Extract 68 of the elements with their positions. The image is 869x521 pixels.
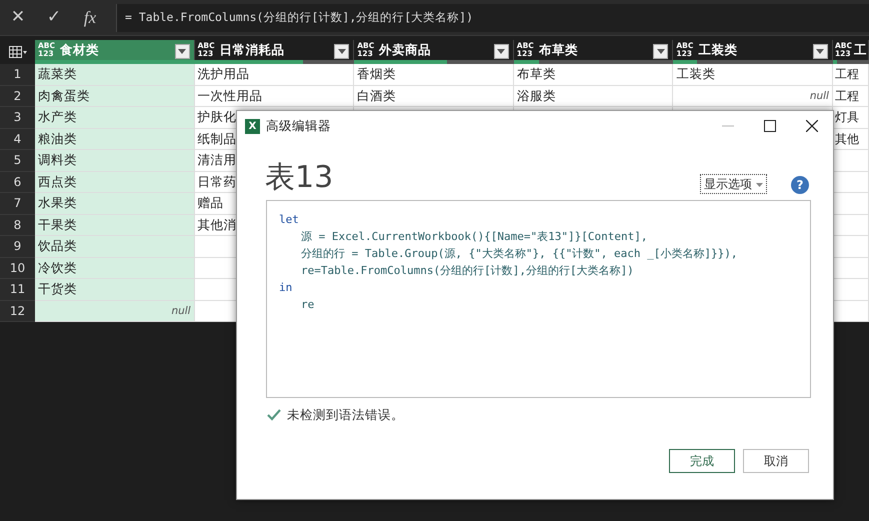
code-line: 分组的行 = Table.Group(源, {"大类名称"}, {{"计数", each _[小类名称]}}),	[300, 246, 739, 262]
table-cell: 浴服类	[514, 86, 674, 107]
dropdown-icon[interactable]	[653, 44, 668, 59]
column-name: 布草类	[538, 40, 578, 59]
done-button[interactable]: 完成	[669, 448, 735, 473]
column-name: 日常消耗品	[220, 40, 285, 59]
row-number: 2	[0, 86, 35, 107]
row-number: 11	[0, 279, 35, 300]
row-number: 5	[0, 150, 35, 172]
row-number: 12	[0, 300, 35, 322]
table-cell: 冷饮类	[35, 258, 195, 279]
table-cell: 水产类	[35, 107, 195, 128]
table-cell: 肉禽蛋类	[35, 86, 195, 107]
column-name: 工	[854, 40, 867, 59]
cancel-button[interactable]: 取消	[743, 448, 809, 473]
table-cell: 水果类	[35, 193, 195, 214]
table-cell: 工装类	[673, 64, 833, 86]
table-cell: 干果类	[35, 214, 195, 236]
caret-icon	[756, 182, 763, 187]
code-line: re	[300, 297, 316, 313]
code-editor[interactable]: let 源 = Excel.CurrentWorkbook(){[Name="表13"]}[Content], 分组的行 = Table.Group(源, {"大类名称"}, {{"计数", each _[小类名称]}}), re=Table.FromColumns(分组的行[计数],分组的行[大类名称]) in re	[266, 200, 811, 398]
table-cell: 调料类	[35, 150, 195, 172]
dropdown-icon[interactable]	[174, 44, 190, 59]
table-cell: 其他	[832, 128, 869, 150]
maximize-icon[interactable]	[764, 120, 776, 132]
table-cell: 工程	[832, 86, 869, 107]
table-cell: 工程	[832, 64, 869, 86]
row-number: 7	[0, 193, 35, 214]
table-cell: 饮品类	[35, 236, 195, 258]
confirm-button[interactable]: ✓	[36, 4, 72, 30]
code-line: let	[279, 212, 300, 228]
column-name: 食材类	[60, 40, 100, 59]
dropdown-icon[interactable]	[334, 44, 350, 59]
table-cell: 干货类	[35, 279, 195, 300]
table-cell: 灯具	[832, 107, 869, 128]
column-name: 外卖商品	[379, 40, 432, 59]
table-cell: 洗护用品	[194, 64, 354, 86]
code-line: re=Table.FromColumns(分组的行[计数],分组的行[大类名称])	[300, 263, 635, 279]
row-number: 9	[0, 236, 35, 258]
table-cell: 一次性用品	[194, 86, 354, 107]
row-number: 3	[0, 107, 35, 128]
check-icon	[267, 409, 281, 422]
column-name: 工装类	[698, 40, 738, 59]
formula-field[interactable]: = Table.FromColumns(分组的行[计数],分组的行[大类名称])	[116, 4, 869, 32]
table-cell: 西点类	[35, 172, 195, 193]
table-cell: 布草类	[514, 64, 674, 86]
row-number: 6	[0, 172, 35, 193]
cancel-button[interactable]: ✕	[0, 4, 36, 30]
table-cell: 粮油类	[35, 128, 195, 150]
excel-icon: X	[245, 118, 260, 134]
status-message: 未检测到语法错误。	[287, 406, 404, 424]
function-button[interactable]: fx	[72, 4, 108, 30]
table-cell: 白酒类	[354, 86, 514, 107]
dropdown-icon[interactable]	[494, 44, 509, 59]
dropdown-icon[interactable]	[812, 44, 828, 59]
help-button[interactable]: ?	[791, 176, 809, 194]
table-cell: null	[35, 300, 195, 322]
code-line: in	[279, 280, 294, 296]
table-icon[interactable]	[8, 46, 26, 58]
close-icon[interactable]	[806, 120, 818, 132]
row-number: 8	[0, 214, 35, 236]
table-cell: 香烟类	[354, 64, 514, 86]
row-number: 10	[0, 258, 35, 279]
table-cell: 蔬菜类	[35, 64, 195, 86]
display-options-dropdown[interactable]: 显示选项	[700, 174, 767, 194]
table-cell: null	[673, 86, 833, 107]
row-number: 1	[0, 64, 35, 86]
row-number: 4	[0, 128, 35, 150]
